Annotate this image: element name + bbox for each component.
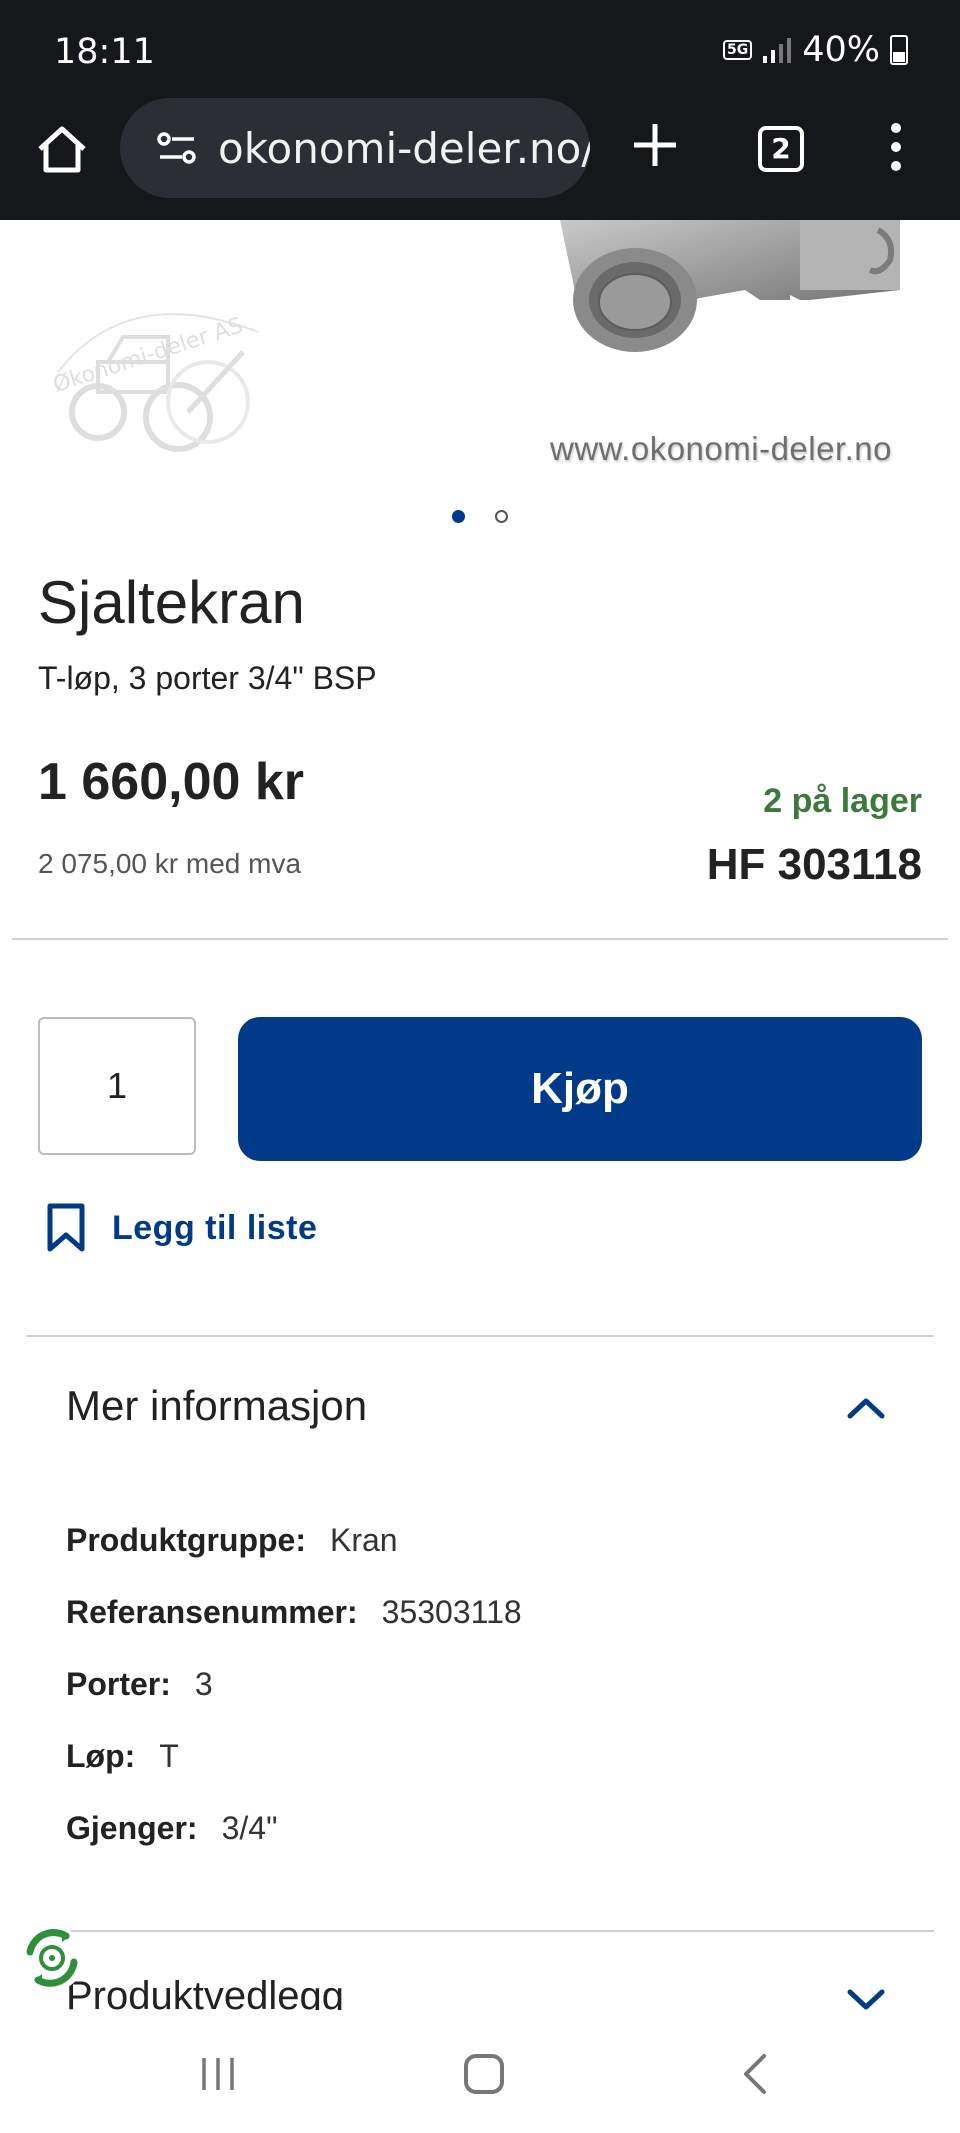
watermark-url: www.okonomi-deler.no <box>550 430 892 467</box>
home-icon[interactable] <box>34 122 90 178</box>
product-title: Sjaltekran <box>38 569 305 636</box>
spec-row: Referansenummer: 35303118 <box>66 1576 522 1648</box>
stock-status: 2 på lager <box>763 782 922 820</box>
status-time: 18:11 <box>54 32 155 72</box>
spec-row: Gjenger: 3/4" <box>66 1792 522 1864</box>
spec-row: Løp: T <box>66 1720 522 1792</box>
product-price: 1 660,00 kr <box>38 753 305 811</box>
spec-label: Gjenger: <box>66 1809 198 1846</box>
signal-icon <box>763 38 792 63</box>
status-indicators: 5G 40% <box>722 30 908 70</box>
carousel-dots <box>0 510 960 523</box>
add-to-list-button[interactable]: Legg til liste <box>44 1202 317 1254</box>
new-tab-icon[interactable] <box>628 118 682 172</box>
more-menu-icon[interactable] <box>886 122 906 172</box>
logo-watermark: Økonomi-deler AS <box>50 313 259 452</box>
eco-badge-icon[interactable] <box>16 1922 88 1994</box>
carousel-dot-2[interactable] <box>495 510 508 523</box>
product-sku: HF 303118 <box>706 840 922 889</box>
home-nav-icon[interactable] <box>464 2054 504 2094</box>
spec-label: Porter: <box>66 1665 171 1702</box>
logo-text: Økonomi-deler AS <box>50 313 246 398</box>
address-bar[interactable]: okonomi-deler.no/sj <box>120 98 590 198</box>
status-bar: 18:11 5G 40% <box>0 0 960 98</box>
tab-switcher-button[interactable]: 2 <box>758 126 804 172</box>
add-to-list-label: Legg til liste <box>112 1208 318 1247</box>
site-settings-icon[interactable] <box>154 125 200 171</box>
quantity-input[interactable]: 1 <box>38 1017 196 1155</box>
carousel-dot-1[interactable] <box>452 510 465 523</box>
spec-label: Referansenummer: <box>66 1593 358 1630</box>
spec-list: Produktgruppe: Kran Referansenummer: 353… <box>66 1504 522 1864</box>
network-type-icon: 5G <box>722 40 753 60</box>
price-with-vat: 2 075,00 kr med mva <box>38 848 302 879</box>
spec-value: 3/4" <box>221 1809 278 1846</box>
chevron-down-icon[interactable] <box>846 1988 886 2012</box>
spec-label: Løp: <box>66 1737 136 1774</box>
spec-value: 3 <box>194 1665 213 1702</box>
divider <box>66 1930 934 1932</box>
product-image[interactable]: Økonomi-deler AS www.okonomi-deler.no <box>0 220 960 500</box>
battery-percent: 40% <box>802 30 880 70</box>
back-icon[interactable] <box>740 2052 770 2096</box>
spec-value: T <box>159 1737 179 1774</box>
url-text: okonomi-deler.no/sj <box>218 123 590 173</box>
spec-value: Kran <box>329 1521 398 1558</box>
spec-value: 35303118 <box>381 1593 522 1630</box>
browser-toolbar: okonomi-deler.no/sj 2 <box>0 98 960 220</box>
buy-button[interactable]: Kjøp <box>238 1017 922 1161</box>
spec-row: Produktgruppe: Kran <box>66 1504 522 1576</box>
divider <box>12 938 948 940</box>
product-subtitle: T-løp, 3 porter 3/4" BSP <box>38 660 377 696</box>
divider <box>26 1335 934 1337</box>
system-nav-bar <box>0 2010 960 2133</box>
spec-row: Porter: 3 <box>66 1648 522 1720</box>
recent-apps-icon[interactable] <box>198 2056 238 2092</box>
spec-label: Produktgruppe: <box>66 1521 306 1558</box>
chevron-up-icon[interactable] <box>846 1396 886 1420</box>
bookmark-icon <box>47 1203 85 1252</box>
more-info-heading[interactable]: Mer informasjon <box>66 1382 367 1430</box>
battery-icon <box>890 35 908 65</box>
